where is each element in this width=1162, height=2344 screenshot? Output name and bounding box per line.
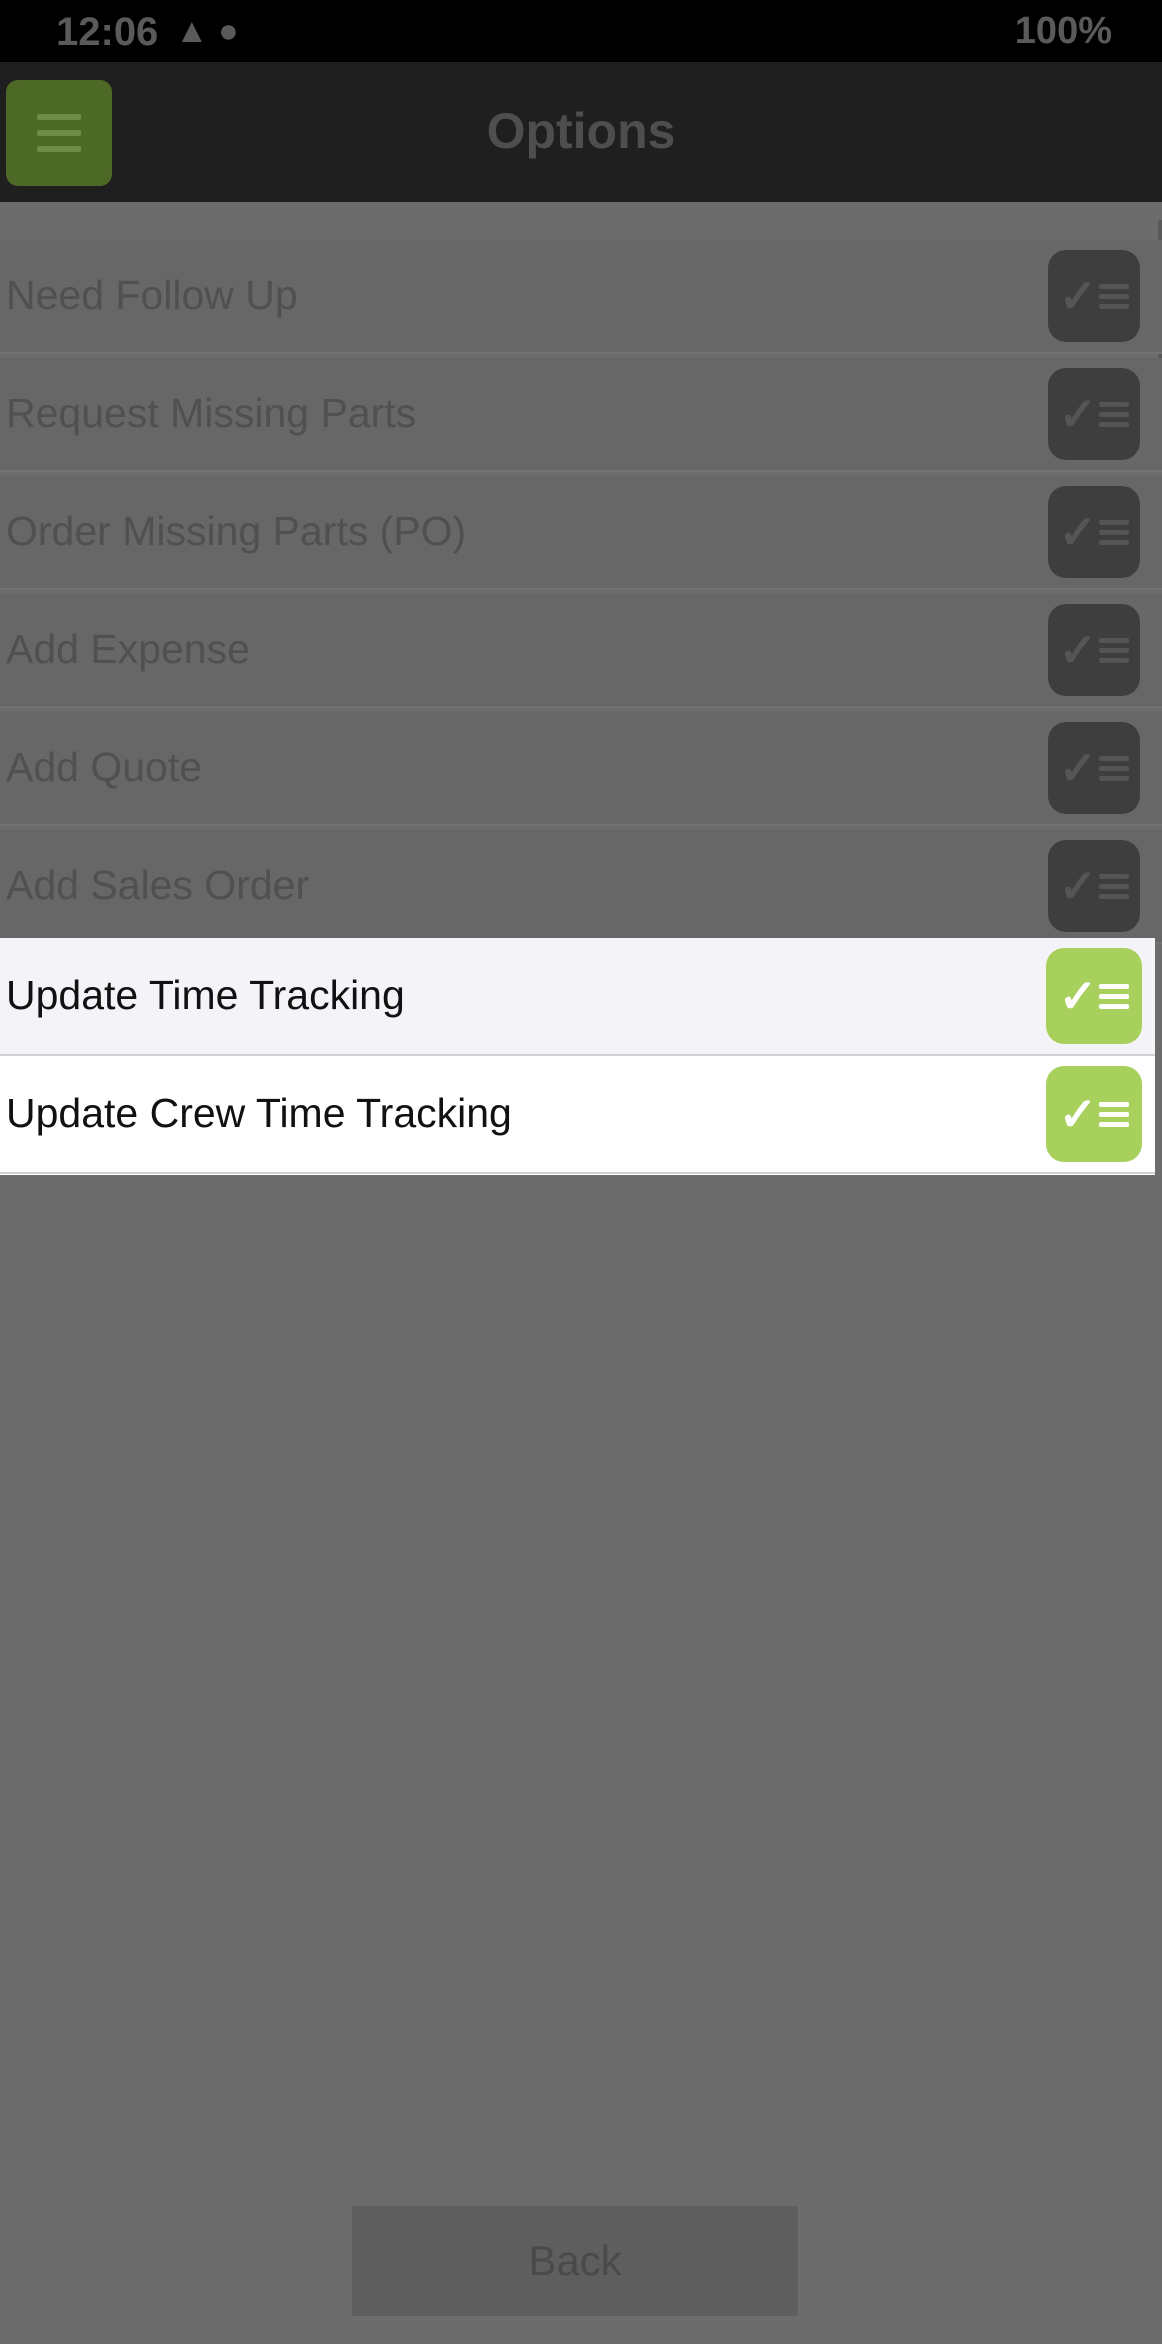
option-select-button[interactable]: ✓ bbox=[1046, 1066, 1142, 1162]
back-button: Back bbox=[352, 2206, 798, 2316]
checklist-icon: ✓ bbox=[1059, 741, 1130, 795]
status-time: 12:06 bbox=[56, 10, 159, 54]
option-label: Order Missing Parts (PO) bbox=[6, 508, 467, 554]
option-select-button[interactable]: ✓ bbox=[1046, 948, 1142, 1044]
option-select-button: ✓ bbox=[1048, 250, 1140, 342]
option-select-button: ✓ bbox=[1048, 840, 1140, 932]
battery-level: 100% bbox=[1014, 10, 1112, 52]
option-select-button: ✓ bbox=[1048, 604, 1140, 696]
option-label: Add Sales Order bbox=[6, 862, 310, 908]
checklist-icon: ✓ bbox=[1059, 269, 1130, 323]
checklist-icon: ✓ bbox=[1059, 969, 1130, 1023]
checklist-icon: ✓ bbox=[1059, 623, 1130, 677]
checklist-icon: ✓ bbox=[1059, 505, 1130, 559]
option-label: Add Quote bbox=[6, 744, 203, 790]
app-header: Options bbox=[0, 62, 1162, 202]
status-bar: 12:06 ▲ ● 100% bbox=[0, 0, 1162, 62]
time-tracking-options-panel: Update Time Tracking ✓ Update Crew Time … bbox=[0, 938, 1155, 1175]
option-select-button: ✓ bbox=[1048, 486, 1140, 578]
option-add-expense: Add Expense ✓ bbox=[0, 594, 1162, 708]
option-label: Update Time Tracking bbox=[6, 972, 405, 1018]
option-order-missing-parts: Order Missing Parts (PO) ✓ bbox=[0, 476, 1162, 590]
option-add-sales-order: Add Sales Order ✓ bbox=[0, 830, 1162, 944]
option-label: Need Follow Up bbox=[6, 272, 298, 318]
notification-icons: ▲ ● bbox=[175, 12, 239, 50]
option-add-quote: Add Quote ✓ bbox=[0, 712, 1162, 826]
option-select-button: ✓ bbox=[1048, 368, 1140, 460]
option-label: Update Crew Time Tracking bbox=[6, 1090, 512, 1136]
option-need-follow-up: Need Follow Up ✓ bbox=[0, 240, 1162, 354]
option-label: Request Missing Parts bbox=[6, 390, 417, 436]
checklist-icon: ✓ bbox=[1059, 859, 1130, 913]
option-update-time-tracking[interactable]: Update Time Tracking ✓ bbox=[0, 938, 1155, 1056]
checklist-icon: ✓ bbox=[1059, 1087, 1130, 1141]
checklist-icon: ✓ bbox=[1059, 387, 1130, 441]
options-list: Need Follow Up ✓ Request Missing Parts ✓… bbox=[0, 240, 1162, 948]
option-update-crew-time-tracking[interactable]: Update Crew Time Tracking ✓ bbox=[0, 1056, 1155, 1174]
option-request-missing-parts: Request Missing Parts ✓ bbox=[0, 358, 1162, 472]
page-title: Options bbox=[486, 103, 676, 159]
option-select-button: ✓ bbox=[1048, 722, 1140, 814]
option-label: Add Expense bbox=[6, 626, 250, 672]
